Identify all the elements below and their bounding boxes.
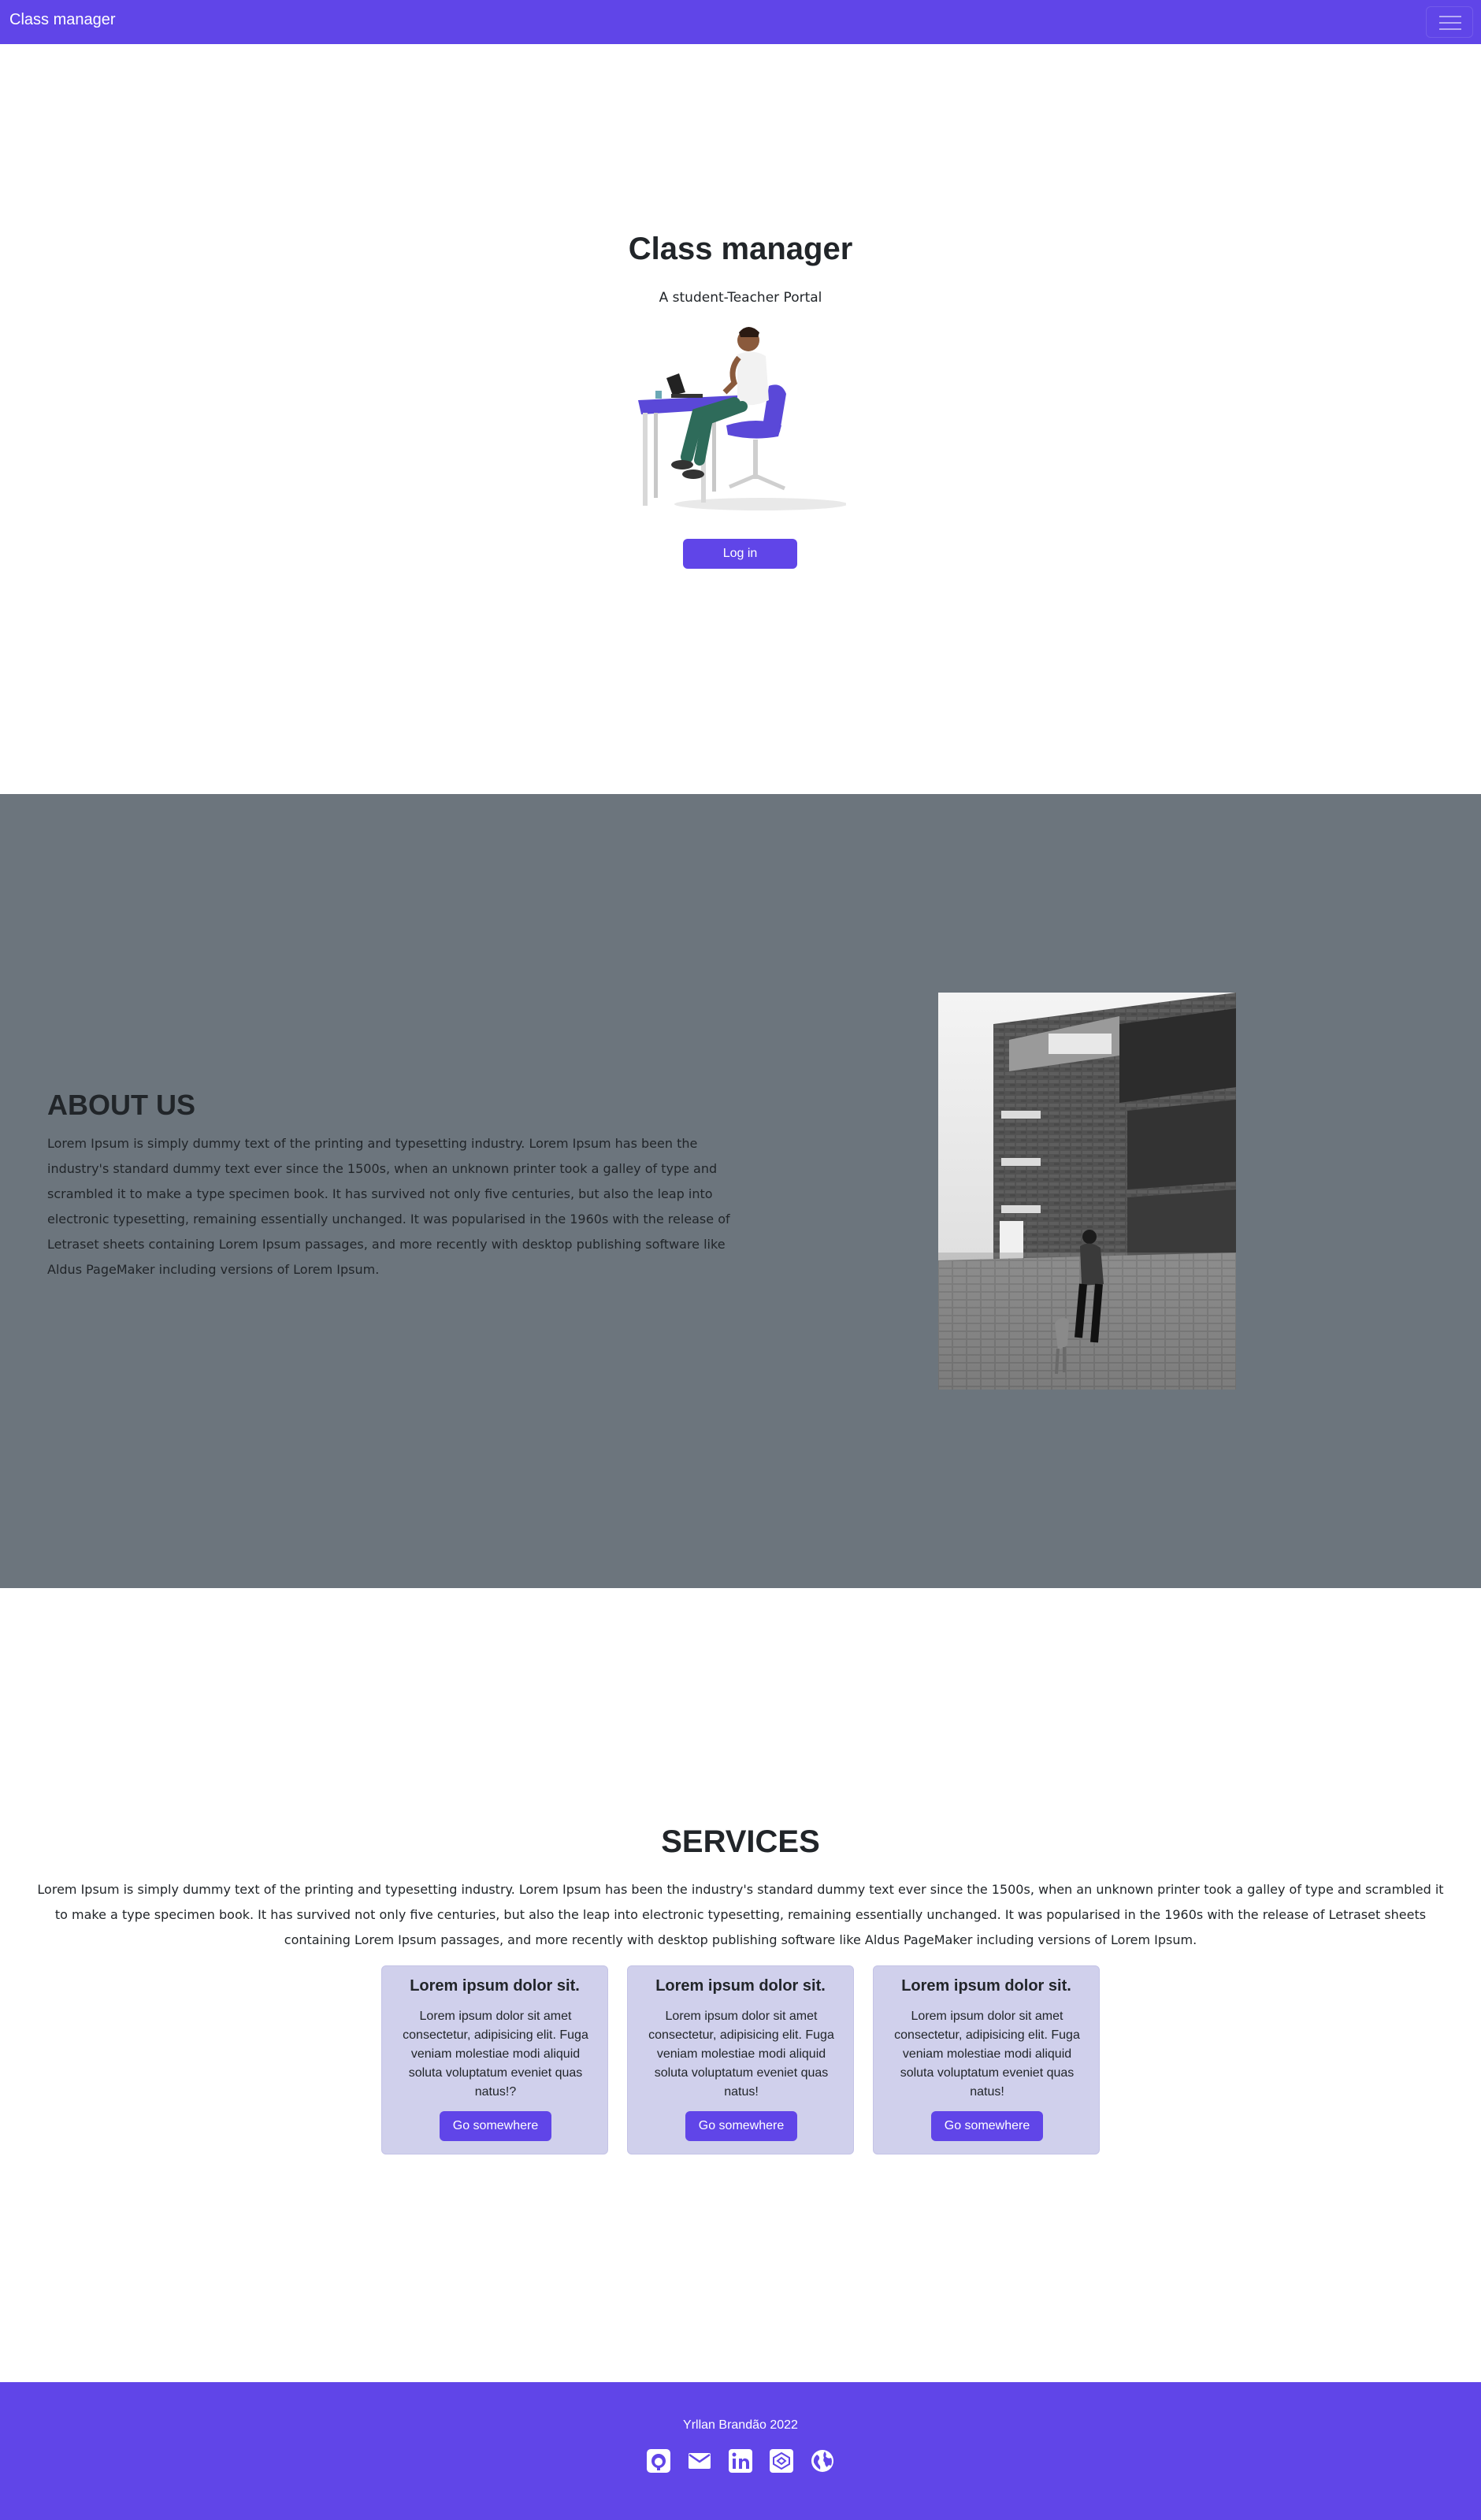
go-somewhere-button[interactable]: Go somewhere [440, 2111, 551, 2141]
codepen-link[interactable] [769, 2448, 794, 2474]
card-title: Lorem ipsum dolor sit. [410, 1977, 580, 1995]
go-somewhere-button[interactable]: Go somewhere [931, 2111, 1043, 2141]
navbar: Class manager [0, 0, 1481, 44]
about-text: Lorem Ipsum is simply dummy text of the … [47, 1136, 730, 1277]
linkedin-icon [729, 2449, 752, 2473]
service-card: Lorem ipsum dolor sit. Lorem ipsum dolor… [627, 1965, 854, 2154]
card-title: Lorem ipsum dolor sit. [901, 1977, 1071, 1995]
service-card: Lorem ipsum dolor sit. Lorem ipsum dolor… [381, 1965, 608, 2154]
service-card: Lorem ipsum dolor sit. Lorem ipsum dolor… [873, 1965, 1100, 2154]
card-title: Lorem ipsum dolor sit. [655, 1977, 826, 1995]
footer: Yrllan Brandão 2022 [0, 2382, 1481, 2520]
globe-icon [811, 2450, 833, 2472]
website-link[interactable] [810, 2448, 835, 2474]
footer-credit: Yrllan Brandão 2022 [683, 2418, 798, 2432]
services-text: Lorem Ipsum is simply dummy text of the … [37, 1882, 1444, 1947]
card-text: Lorem ipsum dolor sit amet consectetur, … [648, 2010, 834, 2099]
about-section: ABOUT US Lorem Ipsum is simply dummy tex… [0, 794, 1481, 1588]
person-at-desk-illustration [638, 327, 846, 510]
github-icon [647, 2449, 670, 2473]
navbar-brand[interactable]: Class manager [9, 11, 116, 29]
hero-title: Class manager [628, 232, 853, 266]
linkedin-link[interactable] [728, 2448, 753, 2474]
about-title: ABOUT US [47, 1089, 195, 1121]
services-title: SERVICES [661, 1824, 820, 1859]
email-link[interactable] [687, 2448, 712, 2474]
go-somewhere-button[interactable]: Go somewhere [685, 2111, 797, 2141]
card-text: Lorem ipsum dolor sit amet consectetur, … [403, 2010, 588, 2099]
email-icon [689, 2453, 711, 2469]
hamburger-icon [1439, 16, 1461, 30]
codepen-icon [770, 2449, 793, 2473]
navbar-toggler-button[interactable] [1426, 6, 1473, 38]
github-link[interactable] [646, 2448, 671, 2474]
card-text: Lorem ipsum dolor sit amet consectetur, … [894, 2010, 1080, 2099]
hero-subtitle: A student-Teacher Portal [659, 290, 822, 306]
login-button[interactable]: Log in [683, 539, 797, 569]
campus-building-photo [938, 993, 1236, 1390]
